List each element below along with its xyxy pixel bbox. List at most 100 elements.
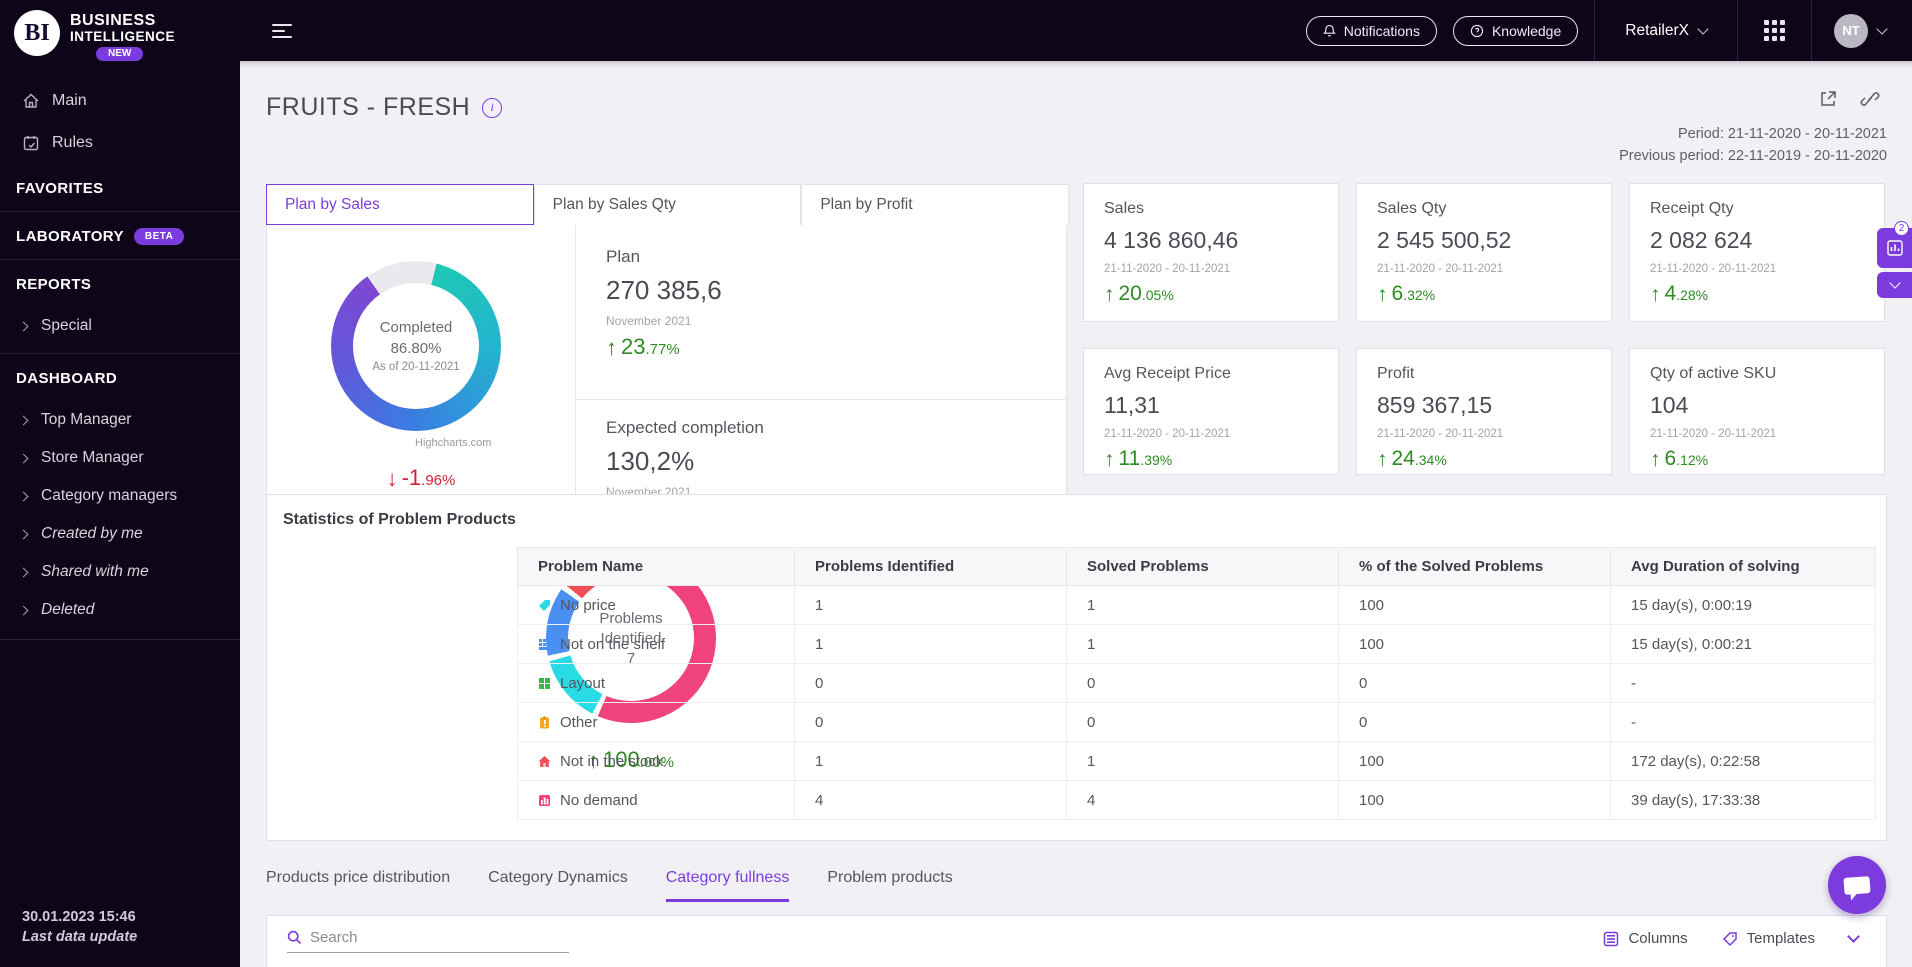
sidebar-item-category-managers[interactable]: Category managers	[0, 477, 240, 515]
expand-toolbar-chevron-icon[interactable]	[1847, 930, 1860, 943]
grid-icon	[1764, 20, 1785, 41]
kpi-card-avg-receipt-price: Avg Receipt Price 11,31 21-11-2020 - 20-…	[1083, 348, 1339, 475]
arrow-up-icon: ↑	[1104, 283, 1115, 306]
topbar: Notifications Knowledge RetailerX NT	[240, 0, 1912, 61]
sidebar-item-label: Main	[52, 92, 87, 109]
arrow-down-icon: ↓	[386, 466, 398, 491]
completion-donut-panel: Completed 86.80% As of 20-11-2021 Highch…	[267, 225, 575, 524]
completion-delta: ↓ -1 .96%	[386, 465, 456, 491]
arrow-up-icon: ↑	[1650, 283, 1661, 306]
arrow-up-icon: ↑	[606, 335, 617, 360]
sidebar-item-rules[interactable]: Rules	[0, 122, 240, 164]
tab-plan-by-sales[interactable]: Plan by Sales	[266, 184, 534, 225]
sidebar-toggle-button[interactable]	[272, 20, 292, 42]
arrow-up-icon: ↑	[1377, 448, 1388, 471]
sidebar-item-top-manager[interactable]: Top Manager	[0, 401, 240, 439]
donut-value: 86.80%	[390, 340, 442, 357]
problems-title: Statistics of Problem Products	[283, 511, 516, 528]
chat-button[interactable]	[1828, 856, 1886, 914]
sidebar-item-deleted[interactable]: Deleted	[0, 591, 240, 629]
table-toolbar: Columns Templates	[266, 915, 1887, 967]
sidebar-section-favorites[interactable]: FAVORITES	[0, 164, 240, 211]
completion-donut-chart: Completed 86.80% As of 20-11-2021	[331, 261, 501, 431]
table-row: No demand 4 4 100 39 day(s), 17:33:38	[517, 780, 1876, 820]
arrow-up-icon: ↑	[1104, 448, 1115, 471]
chat-bubble-icon	[1843, 875, 1871, 895]
table-row: No price 1 1 100 15 day(s), 0:00:19	[517, 585, 1876, 625]
house-icon	[538, 755, 551, 767]
search-field[interactable]	[287, 929, 569, 953]
sidebar-item-main[interactable]: Main	[0, 80, 240, 122]
previous-period: Previous period: 22-11-2019 - 20-11-2020	[1619, 148, 1887, 165]
export-icon[interactable]	[1818, 89, 1838, 109]
apps-grid-button[interactable]	[1738, 20, 1811, 41]
sidebar-item-label: Rules	[52, 134, 93, 151]
table-row: Not in the stock 1 1 100 172 day(s), 0:2…	[517, 741, 1876, 781]
search-input[interactable]	[310, 929, 550, 946]
bottom-tabs: Products price distribution Category Dyn…	[266, 869, 953, 902]
chevron-right-icon	[18, 605, 29, 615]
plan-period: November 2021	[606, 314, 692, 328]
beta-badge: BETA	[133, 228, 185, 245]
user-menu[interactable]: NT	[1812, 13, 1912, 48]
info-icon[interactable]: i	[482, 97, 503, 118]
sidebar-section-reports[interactable]: REPORTS	[0, 260, 240, 307]
bi-logo-icon: BI	[14, 10, 60, 56]
expected-value: 130,2%	[606, 446, 695, 476]
knowledge-label: Knowledge	[1491, 22, 1562, 39]
plan-delta: ↑ 23 .77%	[606, 334, 680, 360]
avatar: NT	[1834, 13, 1868, 48]
tab-products-price-distribution[interactable]: Products price distribution	[266, 869, 450, 902]
knowledge-button[interactable]: Knowledge	[1452, 15, 1579, 46]
chart-panel-icon	[1886, 240, 1903, 256]
plan-label: Plan	[606, 247, 641, 266]
calendar-icon	[23, 136, 39, 151]
chevron-down-icon	[1876, 22, 1888, 35]
last-data-update: 30.01.2023 15:46 Last data update	[22, 909, 138, 945]
panel-count-badge: 2	[1894, 221, 1909, 236]
page-title: FRUITS - FRESH	[266, 93, 471, 121]
problems-card: Statistics of Problem Products Problems …	[266, 494, 1887, 841]
tab-plan-by-sales-qty[interactable]: Plan by Sales Qty	[533, 184, 802, 225]
collapse-panel-button[interactable]	[1877, 272, 1912, 298]
plan-value: 270 385,6	[606, 275, 722, 305]
tab-problem-products[interactable]: Problem products	[827, 869, 952, 902]
kpi-card-sales: Sales 4 136 860,46 21-11-2020 - 20-11-20…	[1083, 183, 1339, 322]
reports-panel-button[interactable]: 2	[1877, 221, 1912, 268]
table-row: Other 0 0 0 -	[517, 702, 1876, 742]
knowledge-icon	[1470, 24, 1484, 37]
notifications-button[interactable]: Notifications	[1305, 15, 1437, 46]
retailer-selector[interactable]: RetailerX	[1595, 0, 1737, 61]
link-icon[interactable]	[1860, 89, 1880, 109]
bi-dashboard: BI BUSINESS INTELLIGENCE NEW Main Rules …	[0, 0, 1912, 967]
new-badge: NEW	[96, 46, 144, 62]
plan-card: Plan by Sales Plan by Sales Qty Plan by …	[266, 184, 1070, 531]
plan-values-panel: Plan 270 385,6 November 2021 ↑ 23 .77% E…	[576, 225, 1067, 531]
table-row: Not on the shelf 1 1 100 15 day(s), 0:00…	[517, 624, 1876, 664]
highcharts-credit[interactable]: Highcharts.com	[415, 437, 491, 449]
sidebar-item-store-manager[interactable]: Store Manager	[0, 439, 240, 477]
chevron-down-icon	[1697, 22, 1709, 35]
arrow-up-icon: ↑	[1650, 448, 1661, 471]
donut-as-of: As of 20-11-2021	[372, 361, 460, 373]
tab-category-fullness[interactable]: Category fullness	[665, 869, 790, 902]
chevron-right-icon	[18, 321, 29, 331]
sidebar-item-shared-with-me[interactable]: Shared with me	[0, 553, 240, 591]
app-logo[interactable]: BI BUSINESS INTELLIGENCE NEW	[0, 0, 240, 62]
columns-button[interactable]: Columns	[1603, 930, 1688, 947]
bars-icon	[539, 794, 550, 806]
app-name-line2: INTELLIGENCE	[70, 28, 176, 44]
period-info: Period: 21-11-2020 - 20-11-2021 Previous…	[1619, 123, 1887, 168]
sidebar-section-laboratory[interactable]: LABORATORY BETA	[0, 212, 240, 259]
sidebar-item-created-by-me[interactable]: Created by me	[0, 515, 240, 553]
home-icon	[23, 93, 39, 108]
templates-button[interactable]: Templates	[1722, 930, 1815, 947]
kpi-card-sales-qty: Sales Qty 2 545 500,52 21-11-2020 - 20-1…	[1356, 183, 1612, 322]
tab-category-dynamics[interactable]: Category Dynamics	[488, 869, 628, 902]
chevron-right-icon	[18, 415, 29, 425]
sidebar-section-dashboard[interactable]: DASHBOARD	[0, 354, 240, 401]
divider	[0, 639, 240, 640]
tab-plan-by-profit[interactable]: Plan by Profit	[801, 184, 1070, 225]
sidebar-item-special[interactable]: Special	[0, 307, 240, 345]
columns-icon	[1604, 931, 1619, 946]
